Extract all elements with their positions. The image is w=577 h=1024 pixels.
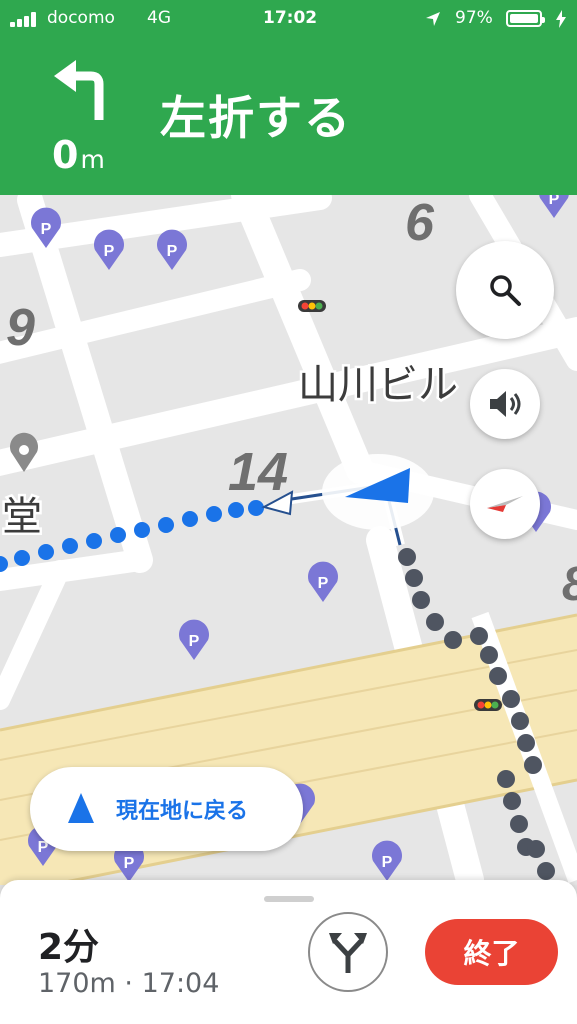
maneuver-instruction: 左折する	[160, 91, 352, 145]
clock: 17:02	[263, 8, 318, 28]
trip-summary: 170m · 17:04	[38, 968, 220, 999]
place-label: 堂	[2, 494, 42, 540]
navigation-arrow-icon	[68, 793, 94, 823]
compass-button[interactable]	[470, 469, 540, 539]
alternate-routes-button[interactable]	[308, 912, 388, 992]
search-icon	[490, 275, 521, 306]
traffic-light-icon	[474, 699, 502, 711]
volume-button[interactable]	[470, 369, 540, 439]
building-label: 山川ビル	[298, 362, 458, 408]
block-number: 8	[562, 558, 577, 611]
carrier-label: docomo	[47, 8, 115, 28]
navigation-header: 0m 左折する	[0, 38, 577, 195]
recenter-button[interactable]: 現在地に戻る	[30, 767, 303, 851]
recenter-label: 現在地に戻る	[116, 799, 249, 824]
block-number: 6	[405, 195, 435, 252]
svg-text:P: P	[41, 221, 52, 238]
location-arrow-icon	[426, 12, 440, 26]
status-bar: docomo 4G 17:02 97%	[0, 0, 577, 38]
svg-text:P: P	[189, 633, 200, 650]
block-number: 14	[228, 442, 288, 502]
charging-bolt-icon	[556, 10, 566, 28]
battery-percent: 97%	[455, 8, 493, 28]
maneuver-distance: 0m	[52, 133, 105, 177]
search-button[interactable]	[456, 241, 554, 339]
drag-handle[interactable]	[264, 896, 314, 902]
svg-text:P: P	[382, 854, 393, 871]
svg-text:P: P	[104, 243, 115, 260]
turn-left-icon	[54, 60, 104, 120]
compass-icon	[487, 496, 523, 512]
battery-icon	[506, 10, 545, 27]
svg-text:P: P	[167, 243, 178, 260]
svg-text:P: P	[318, 575, 329, 592]
volume-icon	[490, 391, 521, 417]
svg-text:P: P	[549, 195, 560, 208]
block-number: 9	[6, 299, 35, 357]
svg-text:P: P	[124, 855, 135, 872]
network-label: 4G	[147, 8, 171, 28]
alternate-routes-icon	[329, 933, 367, 973]
trip-panel[interactable]: 2分 170m · 17:04 終了	[0, 880, 577, 1024]
eta-duration: 2分	[38, 927, 100, 968]
traffic-light-icon	[298, 300, 326, 312]
signal-bars-icon	[10, 11, 42, 27]
exit-navigation-button[interactable]: 終了	[425, 919, 558, 985]
